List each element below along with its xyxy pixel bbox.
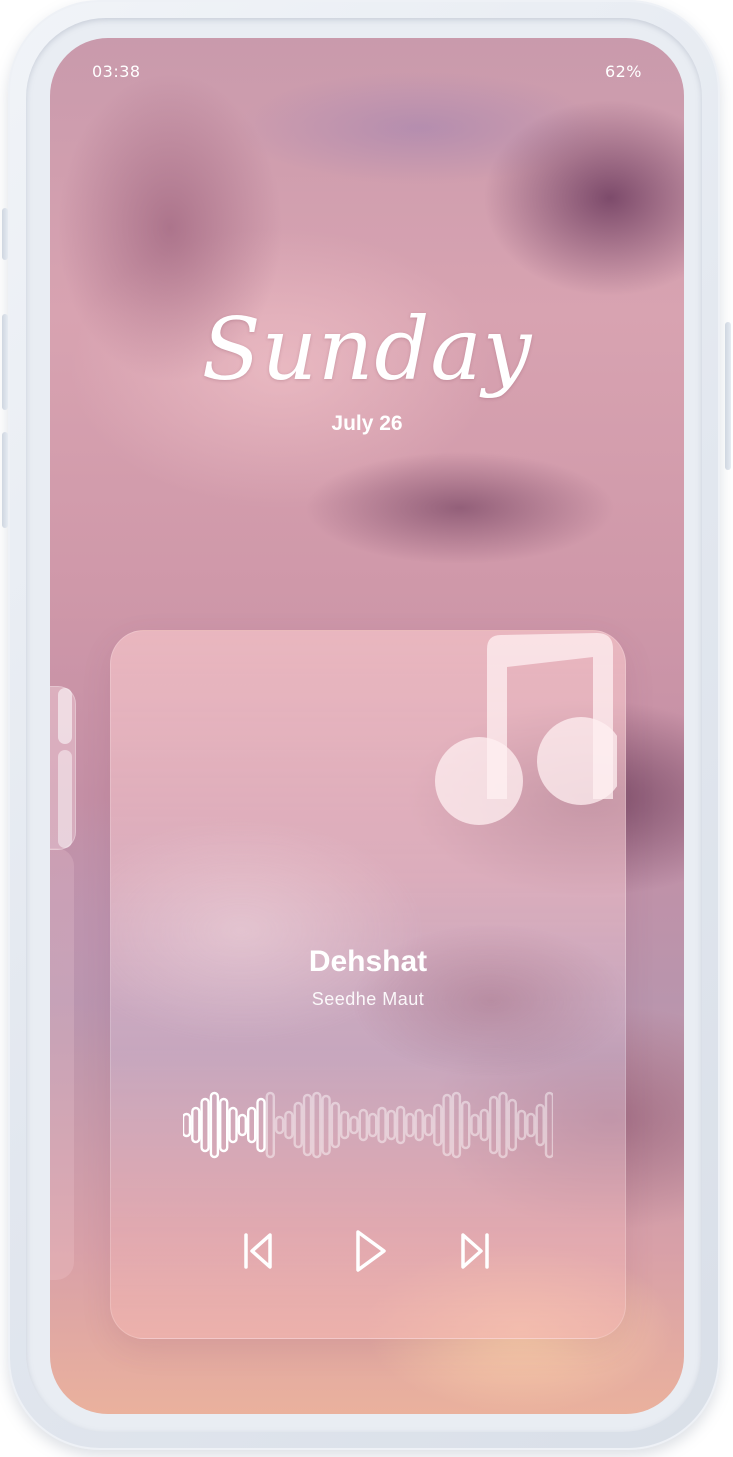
playback-controls (111, 1221, 625, 1281)
waveform-bar (330, 1101, 341, 1149)
waveform-bar-played (219, 1097, 229, 1153)
skip-next-icon (461, 1233, 489, 1269)
waveform-bar (489, 1095, 499, 1155)
next-button[interactable] (444, 1221, 504, 1281)
waveform-bar-played (183, 1112, 192, 1138)
waveform-bar (433, 1103, 443, 1147)
waveform-bar (367, 1112, 378, 1138)
adjacent-card-lower[interactable] (50, 848, 74, 1280)
play-icon (356, 1230, 386, 1272)
skip-previous-icon (244, 1233, 272, 1269)
music-note-icon (435, 633, 617, 825)
battery-percentage: 62% (604, 62, 642, 81)
music-player-card[interactable]: Dehshat Seedhe Maut (110, 630, 626, 1339)
waveform-bar-played (246, 1106, 257, 1144)
waveform-bar (386, 1109, 397, 1141)
waveform-bar-played (191, 1106, 201, 1144)
status-time: 03:38 (92, 62, 141, 81)
waveform-bar (479, 1108, 489, 1142)
waveform-bar (516, 1109, 527, 1141)
power-button (725, 322, 731, 470)
play-button[interactable] (338, 1221, 398, 1281)
waveform-bar-played (200, 1097, 210, 1153)
waveform-bar (321, 1094, 331, 1156)
song-artist: Seedhe Maut (311, 989, 425, 1009)
waveform-bar (405, 1112, 415, 1138)
volume-up-button (2, 314, 8, 410)
lock-screen: 03:38 62% Sunday July 26 Dehshat Seedhe … (50, 38, 684, 1414)
waveform-bar (265, 1091, 276, 1159)
waveform-bar-played (237, 1113, 247, 1137)
previous-button[interactable] (229, 1221, 289, 1281)
waveform-bar (284, 1110, 294, 1140)
waveform-bar (507, 1098, 517, 1152)
waveform-bar-played (209, 1091, 220, 1159)
waveform-bar (293, 1101, 303, 1149)
waveform-bar (274, 1115, 285, 1135)
waveform-bar (423, 1113, 434, 1137)
waveform-bar (544, 1091, 553, 1159)
waveform-bar (377, 1106, 387, 1144)
waveform-bar (302, 1093, 313, 1157)
adjacent-card-icon (58, 688, 72, 848)
waveform-bar (339, 1110, 350, 1140)
waveform-bar-played (256, 1097, 266, 1153)
day-of-week: Sunday (201, 300, 533, 400)
waveform-bar (358, 1108, 369, 1142)
waveform-bar (395, 1105, 406, 1145)
date: July 26 (331, 412, 403, 435)
waveform-bar (451, 1091, 462, 1159)
waveform-bar (461, 1100, 471, 1150)
song-title: Dehshat (308, 945, 428, 978)
waveform-bar (526, 1112, 536, 1138)
audio-waveform-seekbar[interactable] (183, 1083, 553, 1167)
waveform-bar (442, 1093, 452, 1157)
waveform-bar (498, 1091, 508, 1159)
waveform-bar (312, 1091, 322, 1159)
waveform-bar (349, 1115, 359, 1135)
waveform-bar (414, 1108, 424, 1142)
waveform-bar (535, 1103, 545, 1147)
mute-switch (2, 208, 8, 260)
volume-down-button (2, 432, 8, 528)
waveform-bar-played (228, 1106, 238, 1144)
waveform-bar (470, 1113, 480, 1137)
